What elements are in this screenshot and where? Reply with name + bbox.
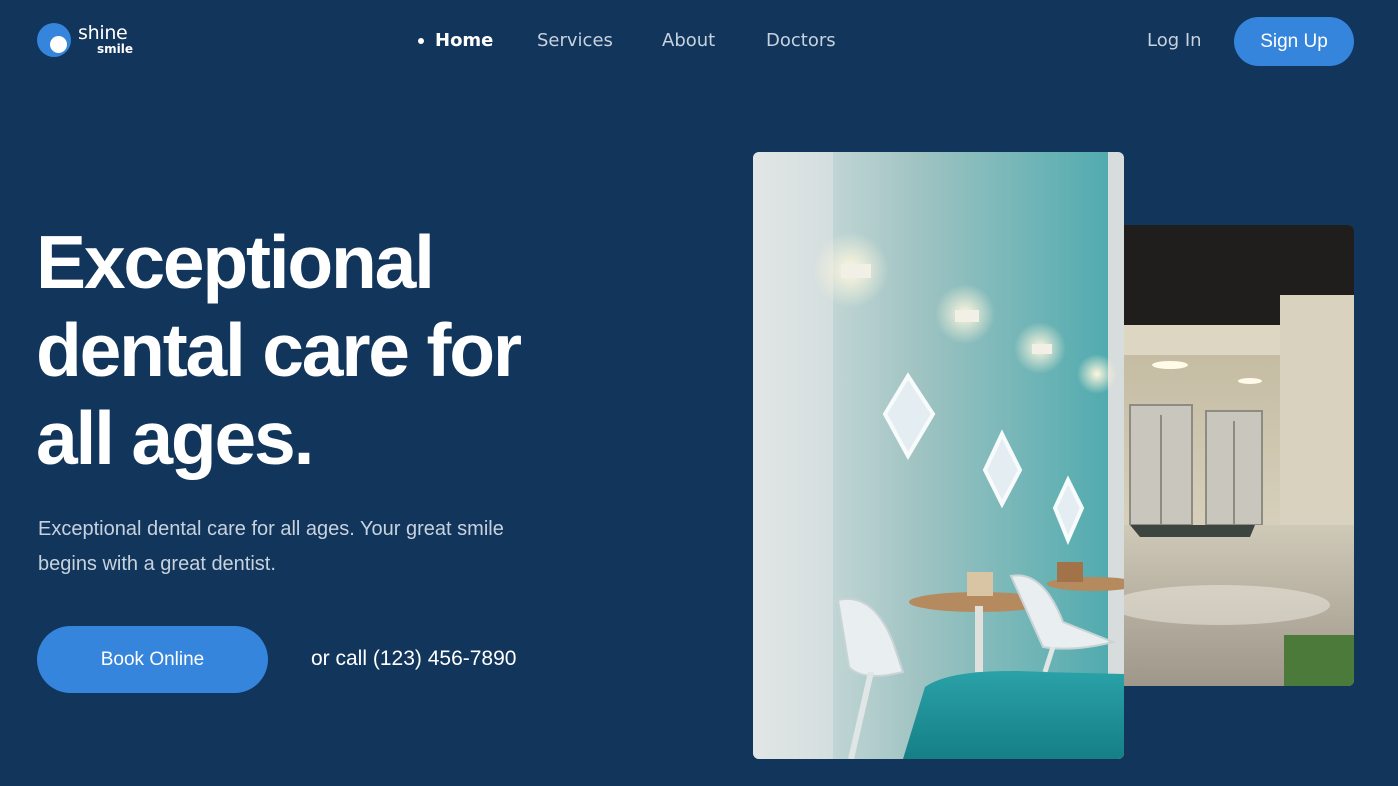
headline-line-3: all ages. — [36, 396, 314, 480]
headline-line-2: dental care for — [36, 308, 522, 392]
clinic-hallway-elevators-photo-icon — [1100, 225, 1354, 686]
clinic-hallway-image — [1100, 225, 1354, 686]
headline-line-1: Exceptional — [36, 220, 435, 304]
login-link[interactable]: Log In — [1147, 28, 1202, 54]
active-nav-bullet-icon — [418, 38, 424, 44]
nav-item-services[interactable]: Services — [537, 28, 613, 54]
call-phone-link[interactable]: or call (123) 456-7890 — [311, 645, 516, 673]
clinic-waiting-room-image — [753, 152, 1124, 759]
nav-item-home[interactable]: Home — [435, 28, 493, 54]
landing-page: shine smile Home Services About Doctors … — [0, 0, 1398, 786]
nav-item-about[interactable]: About — [662, 28, 715, 54]
hero-headline: Exceptional dental care for all ages. — [36, 218, 676, 482]
subtext-line-1: Exceptional dental care for all ages. Yo… — [38, 518, 504, 540]
hero-subtext: Exceptional dental care for all ages. Yo… — [38, 512, 598, 582]
nav-item-doctors[interactable]: Doctors — [766, 28, 836, 54]
signup-button[interactable]: Sign Up — [1234, 17, 1354, 66]
clinic-waiting-room-photo-icon — [753, 152, 1124, 759]
book-online-button[interactable]: Book Online — [37, 626, 268, 693]
subtext-line-2: begins with a great dentist. — [38, 553, 276, 575]
